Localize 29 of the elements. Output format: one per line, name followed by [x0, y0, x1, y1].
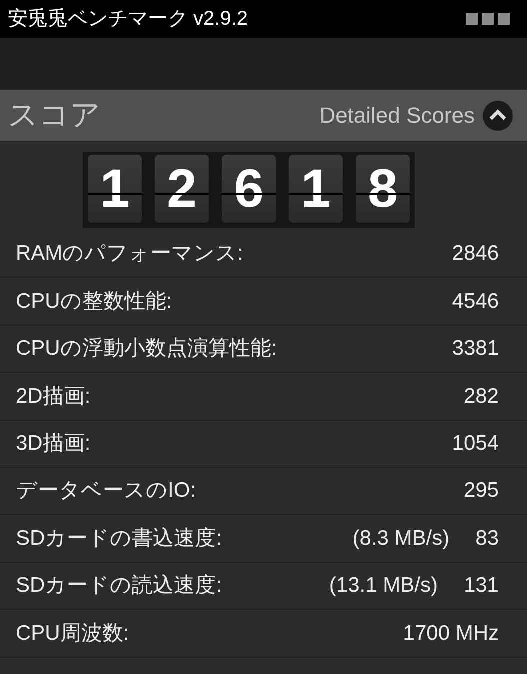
score-value: 1054	[452, 431, 499, 457]
detailed-scores-button[interactable]: Detailed Scores	[320, 99, 513, 132]
score-label: 3D描画:	[16, 431, 91, 457]
score-value: 3381	[452, 336, 499, 362]
score-label: CPUの整数性能:	[16, 288, 172, 315]
score-value: 1700 MHz	[403, 620, 499, 647]
score-value: 131	[464, 573, 499, 600]
score-value: 4546	[452, 288, 499, 315]
score-value: 83	[476, 526, 499, 552]
score-label: CPUの浮動小数点演算性能:	[16, 336, 278, 362]
speed-reading: (8.3 MB/s)	[352, 526, 450, 552]
chevron-up-icon	[483, 100, 513, 130]
window-title: 安兎兎ベンチマーク v2.9.2	[8, 7, 248, 32]
score-value: 282	[464, 384, 499, 410]
score-label: SDカードの読込速度:	[16, 573, 222, 600]
score-value: 2846	[452, 241, 499, 268]
section-title: スコア	[8, 98, 101, 134]
score-digit: 8	[356, 155, 410, 223]
score-label: 2D描画:	[16, 384, 91, 410]
score-value: 295	[464, 478, 499, 504]
speed-reading: (13.1 MB/s)	[329, 573, 438, 600]
score-digit: 1	[289, 155, 343, 223]
score-digit: 2	[155, 155, 209, 223]
menu-icon[interactable]	[466, 13, 511, 25]
score-label: SDカードの書込速度:	[16, 526, 222, 552]
score-digit: 1	[88, 155, 142, 223]
score-label: データベースのIO:	[16, 478, 196, 504]
score-label: RAMのパフォーマンス:	[16, 241, 244, 268]
score-label: CPU周波数:	[16, 620, 130, 647]
